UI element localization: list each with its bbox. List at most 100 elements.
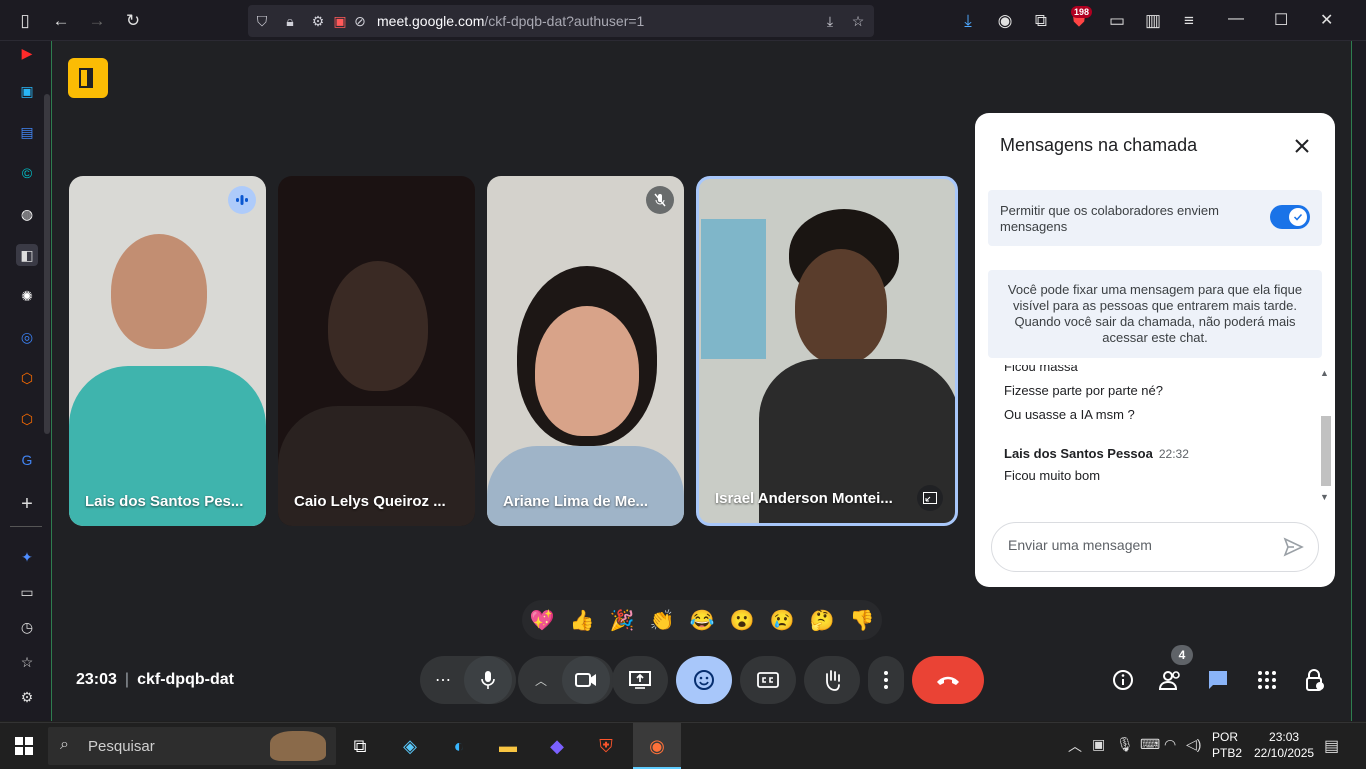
file-explorer-icon[interactable]: ▬ xyxy=(492,730,524,762)
reaction-thinking[interactable]: 🤔 xyxy=(808,606,836,634)
lock-icon[interactable]: 🔒︎ xyxy=(280,11,300,31)
taskbar-search[interactable]: ⌕ Pesquisar xyxy=(48,727,336,765)
message-input[interactable] xyxy=(1008,537,1268,553)
minimize-icon[interactable]: — xyxy=(1228,10,1244,28)
tray-overflow-icon[interactable]: ︿ xyxy=(1068,736,1082,756)
edge-icon[interactable]: ◐ xyxy=(443,730,475,762)
account-icon[interactable]: ◉ xyxy=(992,8,1018,34)
send-icon[interactable] xyxy=(1282,536,1304,558)
tray-volume-icon[interactable]: ◁) xyxy=(1186,736,1201,753)
reaction-laugh[interactable]: 😂 xyxy=(688,606,716,634)
audio-options-icon[interactable]: ⋯ xyxy=(428,668,458,692)
tray-mic-icon[interactable]: 🎙︎ xyxy=(1116,736,1134,753)
chat-scrollbar[interactable]: ▲ ▼ xyxy=(1318,366,1333,506)
app-icon[interactable]: ◎ xyxy=(16,326,38,348)
history-icon[interactable]: ◷ xyxy=(16,616,38,638)
tray-ime-icon[interactable]: ⌨ xyxy=(1140,736,1160,753)
reaction-sad[interactable]: 😢 xyxy=(768,606,796,634)
mic-blocked-icon[interactable]: ⊘ xyxy=(350,11,370,31)
url-bar[interactable]: ⛉ 🔒︎ ⚙ ▣ ⊘ meet.google.com/ckf-dpqb-dat?… xyxy=(248,5,874,37)
google-icon[interactable]: G xyxy=(16,449,38,471)
youtube-icon[interactable]: ▶ xyxy=(16,42,38,64)
reaction-clap[interactable]: 👏 xyxy=(648,606,676,634)
taskbar-clock[interactable]: 23:03 22/10/2025 xyxy=(1254,729,1314,761)
permissions-icon[interactable]: ⚙ xyxy=(308,11,328,31)
forward-icon[interactable]: → xyxy=(84,8,110,34)
scroll-down-icon[interactable]: ▼ xyxy=(1320,492,1329,502)
settings-icon[interactable]: ⚙ xyxy=(16,686,38,708)
chat-icon[interactable] xyxy=(1203,665,1233,695)
close-window-icon[interactable]: ✕ xyxy=(1320,10,1333,30)
container-icon[interactable]: ▭ xyxy=(1104,8,1130,34)
notifications-icon[interactable]: ▤ xyxy=(1324,736,1339,756)
bookmark-star-icon[interactable]: ☆ xyxy=(848,11,868,31)
contacts-icon[interactable]: ▣ xyxy=(16,80,38,102)
leave-call-button[interactable] xyxy=(912,656,984,704)
mic-button[interactable] xyxy=(464,656,512,704)
host-controls-icon[interactable] xyxy=(1300,665,1330,695)
scroll-thumb[interactable] xyxy=(1321,416,1331,486)
participant-tile[interactable]: Caio Lelys Queiroz ... xyxy=(278,176,475,526)
figma-icon-2[interactable]: ⬡ xyxy=(16,408,38,430)
extensions-icon[interactable]: ⧉ xyxy=(1028,8,1054,34)
hang-up-icon xyxy=(937,676,959,685)
participant-tile[interactable]: Ariane Lima de Me... xyxy=(487,176,684,526)
back-icon[interactable]: ← xyxy=(48,8,74,34)
docs-icon[interactable]: ▤ xyxy=(16,121,38,143)
video-options-chevron-icon[interactable]: ︿ xyxy=(526,668,556,692)
tabs-icon[interactable]: ▭ xyxy=(16,581,38,603)
more-options-button[interactable] xyxy=(868,656,904,704)
participant-tile[interactable]: Lais dos Santos Pes... xyxy=(69,176,266,526)
ai-sparkle-icon[interactable]: ✦ xyxy=(16,546,38,568)
captions-icon xyxy=(757,672,779,688)
reaction-thumbs-down[interactable]: 👎 xyxy=(848,606,876,634)
figma-icon[interactable]: ⬡ xyxy=(16,367,38,389)
close-chat-icon[interactable] xyxy=(1289,133,1315,159)
permission-toggle[interactable] xyxy=(1270,205,1310,229)
github-icon[interactable]: ◍ xyxy=(16,203,38,225)
copilot-icon[interactable]: ◈ xyxy=(394,730,426,762)
menu-icon[interactable]: ≡ xyxy=(1176,8,1202,34)
reactions-button[interactable] xyxy=(676,656,732,704)
present-button[interactable] xyxy=(612,656,668,704)
search-icon: ⌕ xyxy=(60,736,69,753)
install-icon[interactable]: ⤓ xyxy=(820,11,840,31)
message-input-box[interactable] xyxy=(991,522,1319,572)
windows-start-icon[interactable] xyxy=(8,730,40,762)
meet-tab-icon[interactable]: ◧ xyxy=(16,244,38,266)
tray-camera-icon[interactable]: ▣ xyxy=(1092,736,1105,753)
reaction-thumbs-up[interactable]: 👍 xyxy=(568,606,596,634)
add-icon[interactable]: + xyxy=(16,493,38,515)
people-icon[interactable] xyxy=(1156,665,1186,695)
m365-icon[interactable]: ◆ xyxy=(541,730,573,762)
language-indicator[interactable]: POR PTB2 xyxy=(1212,729,1242,761)
reload-icon[interactable]: ↻ xyxy=(120,8,146,34)
scroll-up-icon[interactable]: ▲ xyxy=(1320,368,1329,378)
captions-button[interactable] xyxy=(740,656,796,704)
raise-hand-button[interactable] xyxy=(804,656,860,704)
shield-icon[interactable]: ⛉ xyxy=(252,11,272,31)
bookmarks-icon[interactable]: ☆ xyxy=(16,651,38,673)
camera-button[interactable] xyxy=(562,656,610,704)
chatgpt-icon[interactable]: ✺ xyxy=(16,285,38,307)
mic-muted-icon xyxy=(646,186,674,214)
meeting-details-icon[interactable] xyxy=(1108,665,1138,695)
sidebar-toggle-icon[interactable]: ▯ xyxy=(12,8,38,34)
exit-badge-icon[interactable] xyxy=(68,58,108,98)
maximize-icon[interactable]: ☐ xyxy=(1274,10,1288,30)
reaction-party[interactable]: 🎉 xyxy=(608,606,636,634)
tray-wifi-icon[interactable]: ◠ xyxy=(1164,736,1176,753)
sidebar-icon[interactable]: ▥ xyxy=(1140,8,1166,34)
reaction-surprised[interactable]: 😮 xyxy=(728,606,756,634)
downloads-icon[interactable]: ⤓ xyxy=(955,8,981,34)
task-view-icon[interactable]: ⧉ xyxy=(344,730,376,762)
camera-active-icon[interactable]: ▣ xyxy=(330,11,350,31)
activities-icon[interactable] xyxy=(1252,665,1282,695)
brave-icon[interactable]: ⛨ xyxy=(590,730,622,762)
firefox-icon[interactable]: ◉ xyxy=(641,730,673,762)
expand-tile-icon[interactable] xyxy=(917,485,943,511)
canva-icon[interactable]: © xyxy=(16,162,38,184)
participant-tile-highlighted[interactable]: Israel Anderson Montei... xyxy=(696,176,958,526)
sidebar-scrollbar[interactable] xyxy=(44,94,50,434)
reaction-heart[interactable]: 💖 xyxy=(528,606,556,634)
